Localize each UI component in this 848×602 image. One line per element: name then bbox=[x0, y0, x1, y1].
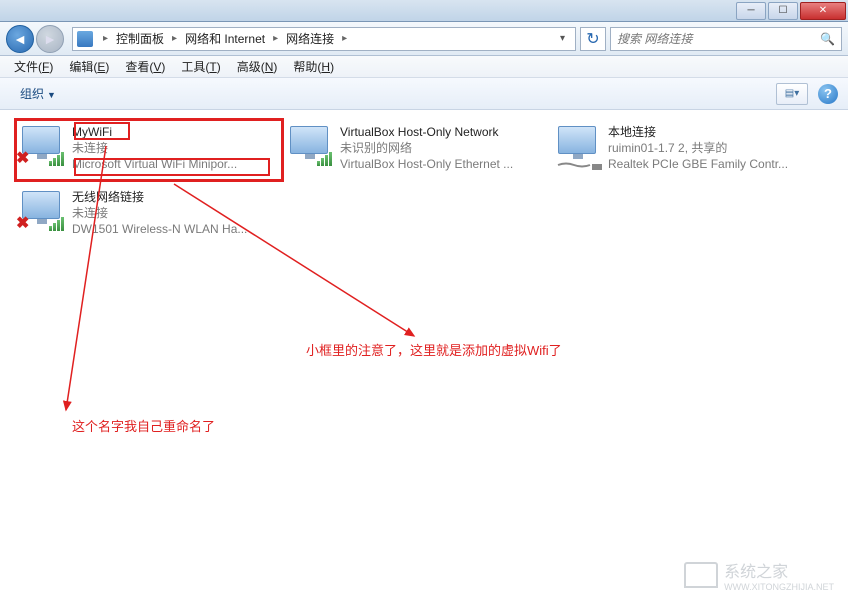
location-icon bbox=[77, 31, 93, 47]
forward-button[interactable]: ► bbox=[36, 25, 64, 53]
error-x-icon: ✖ bbox=[16, 148, 29, 168]
address-dropdown[interactable]: ▾ bbox=[554, 33, 571, 44]
chevron-right-icon[interactable]: ▸ bbox=[168, 33, 181, 44]
menu-edit[interactable]: 编辑(E) bbox=[61, 58, 117, 75]
minimize-button[interactable]: ─ bbox=[736, 2, 766, 20]
connection-status: 未连接 bbox=[72, 205, 247, 221]
watermark-logo-icon bbox=[684, 562, 718, 588]
connection-status: 未识别的网络 bbox=[340, 140, 513, 156]
connection-status: 未连接 bbox=[72, 140, 237, 156]
toolbar: 组织▼ ▤▾ ? bbox=[0, 78, 848, 110]
menu-help[interactable]: 帮助(H) bbox=[285, 58, 342, 75]
connection-device: Realtek PCIe GBE Family Contr... bbox=[608, 156, 788, 172]
connection-status: ruimin01-1.7 2, 共享的 bbox=[608, 140, 788, 156]
connection-name: MyWiFi bbox=[72, 124, 237, 140]
annotation-text-2: 这个名字我自己重命名了 bbox=[72, 416, 215, 435]
breadcrumb[interactable]: 网络和 Internet bbox=[181, 30, 269, 47]
organize-button[interactable]: 组织▼ bbox=[10, 82, 66, 105]
help-button[interactable]: ? bbox=[818, 84, 838, 104]
error-x-icon: ✖ bbox=[16, 213, 29, 233]
connection-item-virtualbox[interactable]: VirtualBox Host-Only Network 未识别的网络 Virt… bbox=[282, 120, 534, 177]
view-button[interactable]: ▤▾ bbox=[776, 83, 808, 105]
menu-view[interactable]: 查看(V) bbox=[117, 58, 173, 75]
connection-device: Microsoft Virtual WiFi Minipor... bbox=[72, 156, 237, 172]
network-icon bbox=[554, 124, 600, 170]
navigation-bar: ◄ ► ▸ 控制面板 ▸ 网络和 Internet ▸ 网络连接 ▸ ▾ ↻ 🔍 bbox=[0, 22, 848, 56]
address-bar[interactable]: ▸ 控制面板 ▸ 网络和 Internet ▸ 网络连接 ▸ ▾ bbox=[72, 27, 576, 51]
network-icon bbox=[286, 124, 332, 170]
network-icon: ✖ bbox=[18, 124, 64, 170]
back-button[interactable]: ◄ bbox=[6, 25, 34, 53]
connection-item-mywifi[interactable]: ✖ MyWiFi 未连接 Microsoft Virtual WiFi Mini… bbox=[14, 120, 266, 177]
maximize-button[interactable]: ☐ bbox=[768, 2, 798, 20]
menu-tools[interactable]: 工具(T) bbox=[173, 58, 228, 75]
connection-device: VirtualBox Host-Only Ethernet ... bbox=[340, 156, 513, 172]
chevron-right-icon[interactable]: ▸ bbox=[269, 33, 282, 44]
search-icon: 🔍 bbox=[820, 32, 835, 46]
search-box[interactable]: 🔍 bbox=[610, 27, 842, 51]
close-button[interactable]: ✕ bbox=[800, 2, 846, 20]
chevron-right-icon[interactable]: ▸ bbox=[99, 33, 112, 44]
search-input[interactable] bbox=[617, 32, 820, 46]
menu-bar: 文件(F) 编辑(E) 查看(V) 工具(T) 高级(N) 帮助(H) bbox=[0, 56, 848, 78]
refresh-button[interactable]: ↻ bbox=[580, 27, 606, 51]
watermark: 系统之家 WWW.XITONGZHIJIA.NET bbox=[684, 558, 834, 592]
menu-file[interactable]: 文件(F) bbox=[6, 58, 61, 75]
connection-device: DW1501 Wireless-N WLAN Ha... bbox=[72, 221, 247, 237]
connection-name: 无线网络链接 bbox=[72, 189, 247, 205]
annotation-text-1: 小框里的注意了，这里就是添加的虚拟Wifi了 bbox=[306, 340, 562, 359]
network-icon: ✖ bbox=[18, 189, 64, 235]
content-area: ✖ MyWiFi 未连接 Microsoft Virtual WiFi Mini… bbox=[0, 110, 848, 251]
chevron-right-icon[interactable]: ▸ bbox=[338, 33, 351, 44]
connection-item-local[interactable]: 本地连接 ruimin01-1.7 2, 共享的 Realtek PCIe GB… bbox=[550, 120, 802, 177]
breadcrumb[interactable]: 控制面板 bbox=[112, 30, 168, 47]
menu-advanced[interactable]: 高级(N) bbox=[229, 58, 286, 75]
connection-name: VirtualBox Host-Only Network bbox=[340, 124, 513, 140]
title-bar: ─ ☐ ✕ bbox=[0, 0, 848, 22]
connection-item-wireless[interactable]: ✖ 无线网络链接 未连接 DW1501 Wireless-N WLAN Ha..… bbox=[14, 185, 266, 242]
connection-name: 本地连接 bbox=[608, 124, 788, 140]
breadcrumb[interactable]: 网络连接 bbox=[282, 30, 338, 47]
